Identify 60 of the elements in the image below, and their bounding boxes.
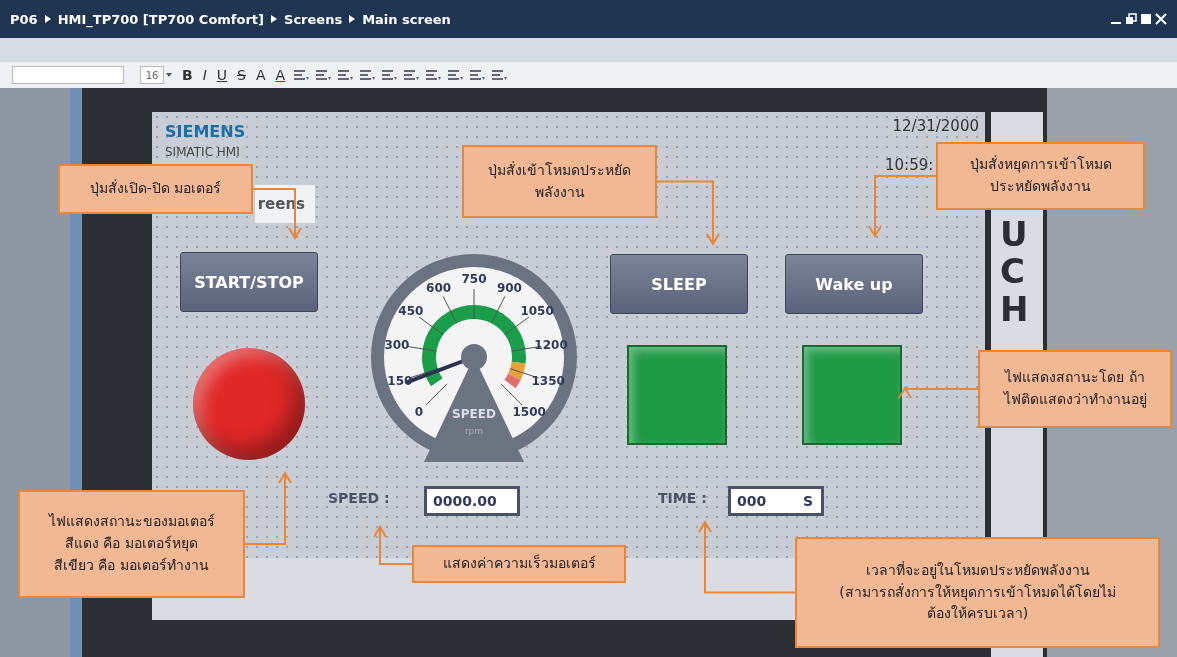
scale-label: 300: [384, 337, 410, 352]
format-lines-icon[interactable]: [315, 68, 332, 82]
value-field[interactable]: 000 S: [728, 486, 824, 516]
field-label: SPEED :: [328, 490, 390, 506]
time-display: 10:59:: [885, 156, 934, 174]
scale-label: 750: [461, 272, 487, 286]
format-lines-icon[interactable]: [403, 68, 420, 82]
hmi-button[interactable]: SLEEP: [610, 254, 748, 314]
breadcrumb-item[interactable]: Main screen: [362, 11, 451, 27]
annotation-callout: ปุ่มสั่งหยุดการเข้าโหมด ประหยัดพลังงาน: [936, 142, 1145, 210]
scale-label: 1050: [520, 304, 554, 319]
format-lines-icon[interactable]: [491, 68, 508, 82]
annotation-callout: ไฟแสดงสถานะโดย ถ้า ไฟติดแสดงว่าทำงานอยู่: [978, 350, 1172, 428]
leader-line: [656, 180, 720, 246]
breadcrumb-item[interactable]: P06: [10, 11, 38, 27]
value-field[interactable]: 0000.00: [424, 486, 520, 516]
brand-logo: SIEMENS: [165, 122, 246, 141]
scale-label: 0: [414, 405, 424, 420]
format-lines-icon[interactable]: [381, 68, 398, 82]
scale-label: 900: [496, 280, 522, 295]
format-button[interactable]: A: [273, 67, 288, 83]
format-lines-icon[interactable]: [359, 68, 376, 82]
chevron-icon: [349, 15, 356, 23]
annotation-callout: เวลาที่จะอยู่ในโหมดประหยัดพลังงาน (สามารถสั่งการให้หยุดการเข้าโหมดได้โดยไม่ ต้องให้ครบเวลา): [795, 537, 1160, 648]
scale-label: 450: [398, 304, 424, 319]
leader-line: [373, 525, 413, 565]
restore-icon[interactable]: [1125, 13, 1137, 25]
hmi-button[interactable]: Wake up: [785, 254, 923, 314]
maximize-icon[interactable]: [1140, 13, 1152, 25]
format-button[interactable]: B: [180, 67, 195, 83]
model-label: SIMATIC HMI: [165, 145, 240, 159]
gauge-title: SPEED: [452, 407, 496, 421]
format-button[interactable]: I: [200, 67, 209, 83]
leader-line: [868, 175, 937, 238]
font-name-field[interactable]: [12, 66, 124, 84]
field-label: TIME :: [658, 490, 707, 506]
annotation-callout: ปุ่มสั่งเข้าโหมดประหยัด พลังงาน: [462, 145, 657, 218]
chevron-icon: [44, 15, 51, 23]
scale-label: 150: [387, 374, 413, 389]
format-lines-icon[interactable]: [293, 68, 310, 82]
format-button[interactable]: U: [214, 67, 230, 83]
annotation-callout: ปุ่มสั่งเปิด-ปิด มอเตอร์: [58, 164, 253, 214]
format-button[interactable]: A: [253, 67, 268, 83]
scale-label: 600: [426, 280, 452, 295]
unit-label: rpm: [464, 426, 484, 436]
format-lines-icon[interactable]: [337, 68, 354, 82]
annotation-callout: แสดงค่าความเร็วมอเตอร์: [412, 545, 626, 583]
breadcrumb-item[interactable]: Screens: [284, 11, 343, 27]
annotation-callout: ไฟแสดงสถานะของมอเตอร์ สีแดง คือ มอเตอร์หยุด สีเขียว คือ มอเตอร์ทำงาน: [18, 490, 245, 598]
format-lines-icon[interactable]: [425, 68, 442, 82]
scale-label: 1500: [512, 405, 546, 420]
format-button[interactable]: S: [235, 67, 248, 83]
chevron-icon: [271, 15, 277, 23]
breadcrumb-item[interactable]: HMI_TP700 [TP700 Comfort]: [57, 11, 264, 27]
date-display: 12/31/2000: [892, 117, 979, 135]
format-lines-icon[interactable]: [447, 68, 464, 82]
hmi-button[interactable]: START/STOP: [180, 252, 318, 312]
font-size-field[interactable]: 16: [140, 66, 164, 84]
close-icon[interactable]: [1155, 13, 1167, 25]
format-lines-icon[interactable]: [469, 68, 486, 82]
